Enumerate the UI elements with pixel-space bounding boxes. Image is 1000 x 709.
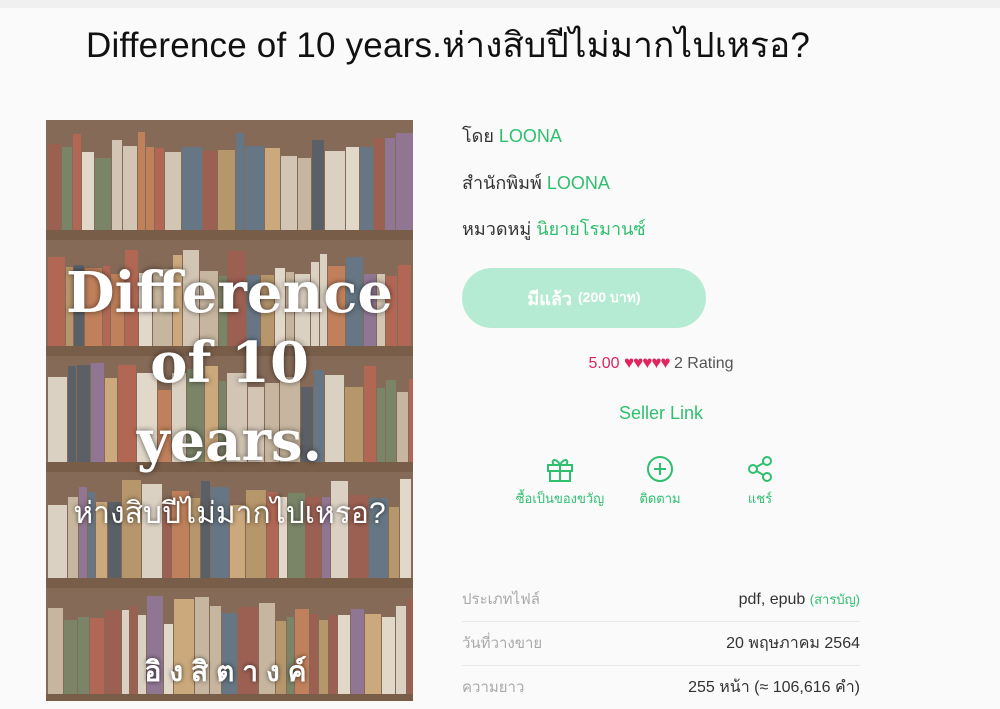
- cover-title-line2: of 10: [150, 330, 309, 396]
- cover-title-line3: years.: [137, 408, 322, 474]
- length-value: 255 หน้า (≈ 106,616 คำ): [688, 678, 860, 696]
- rating-count: 2 Rating: [673, 355, 734, 372]
- cover-title-line1: Difference: [65, 260, 393, 326]
- author-label: โดย: [462, 126, 494, 146]
- book-cover[interactable]: Difference of 10 years. ห่างสิบปีไม่มากไ…: [46, 120, 413, 701]
- rating-score: 5.00: [588, 355, 620, 372]
- gift-button[interactable]: ซื้อเป็นของขวัญ: [505, 455, 615, 509]
- file-type-value: pdf, epub (สารบัญ): [739, 589, 860, 610]
- publisher-link[interactable]: LOONA: [547, 173, 610, 193]
- cover-subtitle: ห่างสิบปีไม่มากไปเหรอ?: [73, 497, 386, 530]
- publisher-label: สำนักพิมพ์: [462, 173, 542, 193]
- top-bar: [0, 0, 1000, 8]
- release-date-label: วันที่วางขาย: [462, 635, 543, 652]
- follow-label: ติดตาม: [639, 491, 681, 506]
- heart-icons: ♥♥♥♥♥: [624, 353, 670, 372]
- price-label: (200 บาท): [578, 289, 641, 305]
- length-label: ความยาว: [462, 679, 525, 696]
- author-row: โดย LOONA: [462, 121, 562, 150]
- release-date-row: วันที่วางขาย 20 พฤษภาคม 2564: [462, 621, 860, 666]
- owned-label: มีแล้ว: [527, 288, 573, 309]
- plus-circle-icon: [647, 456, 673, 482]
- file-type-text: pdf, epub: [738, 590, 806, 608]
- share-icon: [748, 456, 772, 482]
- category-row: หมวดหมู่ นิยายโรมานซ์: [462, 214, 646, 243]
- page-title: Difference of 10 years.ห่างสิบปีไม่มากไป…: [86, 26, 811, 65]
- gift-label: ซื้อเป็นของขวัญ: [515, 491, 605, 506]
- share-label: แชร์: [747, 491, 773, 506]
- cover-author: อิงสิตางค์: [144, 656, 315, 687]
- seller-link[interactable]: Seller Link: [462, 403, 860, 424]
- category-link[interactable]: นิยายโรมานซ์: [536, 219, 645, 239]
- release-date-value: 20 พฤษภาคม 2564: [726, 634, 860, 652]
- length-row: ความยาว 255 หน้า (≈ 106,616 คำ): [462, 665, 860, 709]
- toc-link[interactable]: (สารบัญ): [810, 592, 860, 607]
- author-link[interactable]: LOONA: [499, 126, 562, 146]
- share-button[interactable]: แชร์: [705, 455, 815, 509]
- publisher-row: สำนักพิมพ์ LOONA: [462, 168, 610, 197]
- rating: 5.00 ♥♥♥♥♥ 2 Rating: [462, 353, 860, 373]
- gift-icon: [547, 459, 573, 482]
- category-label: หมวดหมู่: [462, 219, 532, 239]
- file-type-row: ประเภทไฟล์ pdf, epub (สารบัญ): [462, 577, 860, 622]
- follow-button[interactable]: ติดตาม: [605, 455, 715, 509]
- owned-button[interactable]: มีแล้ว (200 บาท): [462, 268, 706, 328]
- file-type-label: ประเภทไฟล์: [462, 591, 540, 608]
